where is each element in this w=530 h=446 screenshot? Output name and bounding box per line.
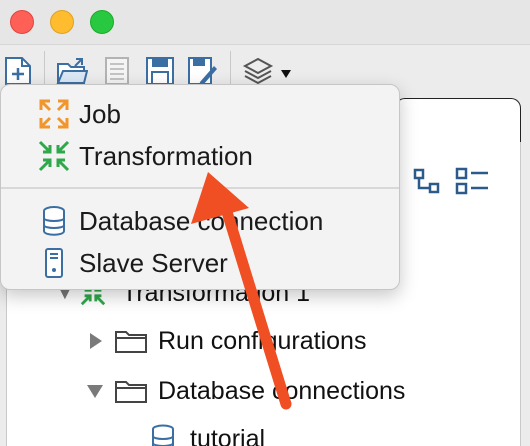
tree-item-run-configurations[interactable]: Run configurations: [88, 322, 366, 360]
zoom-window-button[interactable]: [90, 10, 114, 34]
tree-item-tutorial[interactable]: tutorial: [150, 420, 265, 446]
menu-item-label: Job: [79, 98, 121, 129]
menu-item-database-connection[interactable]: Database connection: [1, 200, 399, 242]
perspective-layers-icon[interactable]: [242, 55, 274, 87]
editor-tab[interactable]: [395, 98, 521, 142]
save-icon[interactable]: [144, 55, 176, 87]
tree-item-label: Database connections: [158, 376, 406, 405]
menu-item-job[interactable]: Job: [1, 93, 399, 135]
explore-repository-icon[interactable]: [100, 55, 132, 87]
menu-item-label: Database connection: [79, 205, 324, 236]
close-window-button[interactable]: [10, 10, 34, 34]
collapse-tree-icon[interactable]: [412, 166, 442, 196]
minimize-window-button[interactable]: [50, 10, 74, 34]
database-icon: [43, 206, 65, 236]
new-item-dropdown-menu: Job Transformation Database connection S…: [0, 84, 400, 290]
tree-item-label: Run configurations: [158, 326, 367, 355]
transformation-icon: [38, 140, 70, 172]
folder-icon: [115, 331, 147, 353]
tree-item-label: tutorial: [190, 424, 266, 446]
menu-item-slave-server[interactable]: Slave Server: [1, 242, 399, 284]
server-icon: [45, 248, 63, 278]
open-folder-icon[interactable]: [56, 55, 88, 87]
expand-arrow-icon[interactable]: [88, 332, 104, 350]
list-view-icon[interactable]: [454, 166, 490, 196]
menu-item-label: Slave Server: [79, 247, 228, 278]
menu-item-label: Transformation: [79, 140, 253, 171]
folder-icon: [115, 381, 147, 403]
job-icon: [39, 99, 69, 129]
window-titlebar: [0, 0, 530, 44]
menu-separator: [1, 187, 399, 189]
new-file-icon[interactable]: [2, 55, 34, 87]
collapse-arrow-icon[interactable]: [86, 383, 104, 399]
chevron-down-icon[interactable]: [280, 69, 292, 79]
tree-item-database-connections[interactable]: Database connections: [86, 372, 405, 410]
database-icon: [152, 424, 174, 446]
menu-item-transformation[interactable]: Transformation: [1, 135, 399, 177]
save-as-icon[interactable]: [186, 55, 218, 87]
